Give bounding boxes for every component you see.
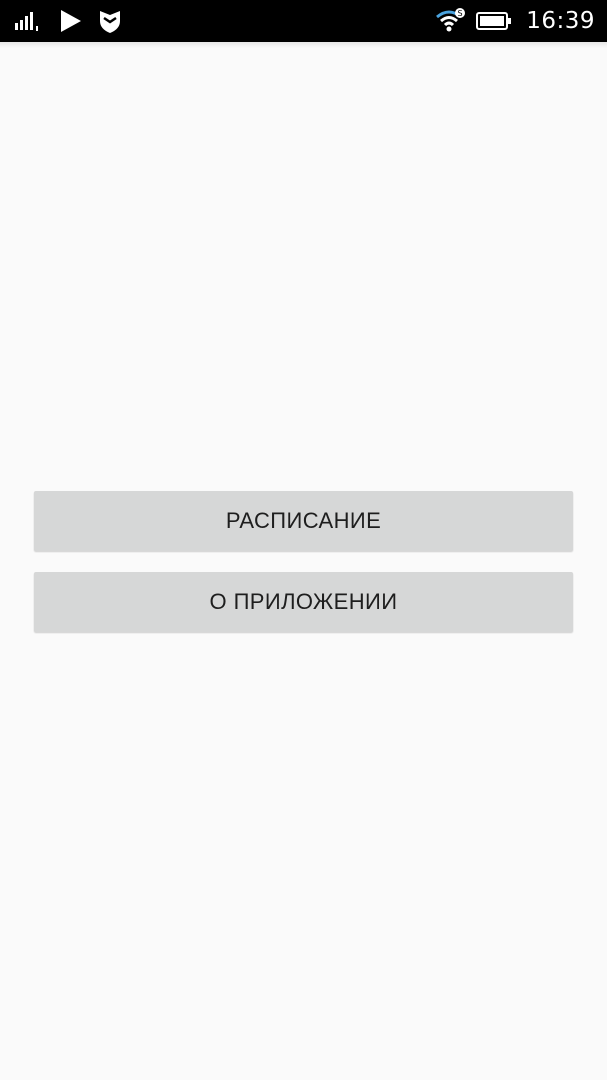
schedule-button[interactable]: РАСПИСАНИЕ: [34, 491, 573, 551]
play-store-icon: [61, 10, 81, 32]
wifi-icon: S: [436, 8, 466, 32]
shield-icon: [100, 11, 120, 33]
signal-icon: [15, 12, 38, 31]
status-time: 16:39: [526, 8, 595, 34]
app-bar-shadow: [0, 42, 607, 48]
about-app-button[interactable]: О ПРИЛОЖЕНИИ: [34, 572, 573, 632]
status-right-icons: S 16:39: [436, 0, 595, 42]
svg-text:S: S: [458, 9, 463, 18]
status-bar: S 16:39: [0, 0, 607, 42]
status-left-icons: [14, 0, 122, 42]
battery-icon: [476, 12, 512, 30]
